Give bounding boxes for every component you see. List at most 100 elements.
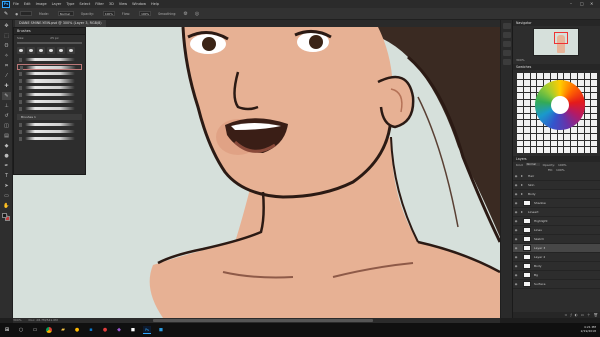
swatch-cell[interactable] [517,73,523,79]
store-icon[interactable]: ▪ [87,326,95,334]
swatch-cell[interactable] [571,147,577,153]
menu-view[interactable]: View [119,2,127,6]
swatch-cell[interactable] [591,140,597,147]
task-view-icon[interactable]: ▭ [31,326,39,334]
pressure-icon[interactable]: ◎ [195,11,199,17]
swatch-cell[interactable] [571,73,577,79]
visibility-eye-icon[interactable]: ◉ [513,237,519,241]
swatch-cell[interactable] [517,113,523,120]
swatch-cell[interactable] [584,133,591,140]
menu-image[interactable]: Image [36,2,47,6]
brushes-panel-title[interactable]: Brushes [14,28,85,35]
swatch-cell[interactable] [564,133,570,140]
swatch-cell[interactable] [591,79,597,86]
brush-tool-icon[interactable]: ✎ [2,92,11,100]
swatch-cell[interactable] [591,120,597,126]
app-icon[interactable]: ● [101,326,109,334]
mode-select[interactable]: Normal [56,11,74,16]
swatch-cell[interactable] [530,86,537,93]
menu-filter[interactable]: Filter [95,2,104,6]
swatch-cell[interactable] [523,113,530,120]
swatch-cell[interactable] [523,93,530,99]
swatch-cell[interactable] [557,147,564,153]
brush-preset[interactable] [17,71,82,77]
visibility-eye-icon[interactable]: ◉ [513,273,519,277]
layer-row[interactable]: ◉ Lines [513,226,600,235]
menu-layer[interactable]: Layer [52,2,62,6]
swatch-cell[interactable] [584,113,591,120]
layer-row[interactable]: ◉ Highlight [513,217,600,226]
delete-layer-icon[interactable]: 🗑 [594,313,598,317]
brush-tip[interactable] [37,47,45,54]
app-icon[interactable]: ◆ [115,326,123,334]
brush-tip[interactable] [27,47,35,54]
chrome-icon[interactable] [45,326,53,334]
history-panel-icon[interactable] [503,23,511,29]
dodge-tool-icon[interactable]: ● [2,152,11,160]
swatch-cell[interactable] [537,133,543,140]
clone-stamp-tool-icon[interactable]: ⊥ [2,102,11,110]
swatch-cell[interactable] [591,86,597,93]
gradient-tool-icon[interactable]: ▤ [2,132,11,140]
layer-row[interactable]: ◉ Bg [513,271,600,280]
swatch-cell[interactable] [577,79,584,86]
history-brush-tool-icon[interactable]: ↺ [2,112,11,120]
menu-select[interactable]: Select [79,2,90,6]
layer-opacity-value[interactable]: 100% [558,163,567,167]
swatch-cell[interactable] [537,140,543,147]
swatch-cell[interactable] [564,73,570,79]
brush-preset[interactable] [17,64,82,70]
menu-help[interactable]: Help [151,2,159,6]
swatch-cell[interactable] [530,113,537,120]
hand-tool-icon[interactable]: ✋ [2,202,11,210]
app-icon[interactable]: ● [73,326,81,334]
menu-3d[interactable]: 3D [109,2,114,6]
swatch-cell[interactable] [557,133,564,140]
swatch-cell[interactable] [537,73,543,79]
swatch-cell[interactable] [523,100,530,106]
swatch-cell[interactable] [591,73,597,79]
swatch-cell[interactable] [544,133,550,140]
menu-edit[interactable]: Edit [24,2,31,6]
search-icon[interactable]: ○ [17,326,25,334]
scrollbar-thumb[interactable] [153,319,373,322]
swatch-cell[interactable] [557,140,564,147]
layer-row[interactable]: ◉ ▸ Hair [513,172,600,181]
swatch-cell[interactable] [577,127,584,133]
app-icon[interactable]: ◼ [129,326,137,334]
eraser-tool-icon[interactable]: ◫ [2,122,11,130]
layer-row[interactable]: ◉ Layer 2 [513,253,600,262]
swatch-cell[interactable] [530,73,537,79]
settings-gear-icon[interactable]: ⚙ [183,11,187,17]
layer-row[interactable]: ◉ Surface [513,280,600,289]
swatch-cell[interactable] [523,73,530,79]
brush-preset[interactable] [17,129,82,135]
swatch-cell[interactable] [584,100,591,106]
swatch-cell[interactable] [584,106,591,113]
canvas[interactable] [13,27,500,318]
swatch-cell[interactable] [584,86,591,93]
swatch-cell[interactable] [517,147,523,153]
swatch-cell[interactable] [584,147,591,153]
navigator-view-box[interactable] [554,32,568,44]
new-group-icon[interactable]: ▭ [581,313,584,317]
swatch-cell[interactable] [591,93,597,99]
marquee-tool-icon[interactable]: ⬚ [2,32,11,40]
swatch-cell[interactable] [584,93,591,99]
character-panel-icon[interactable] [503,50,511,56]
swatch-cell[interactable] [537,79,543,86]
swatch-cell[interactable] [523,86,530,93]
swatch-cell[interactable] [577,133,584,140]
visibility-eye-icon[interactable]: ◉ [513,264,519,268]
lasso-tool-icon[interactable]: ʘ [2,42,11,50]
swatch-cell[interactable] [571,127,577,133]
pen-tool-icon[interactable]: ✒ [2,162,11,170]
brush-preset[interactable] [17,85,82,91]
color-wheel[interactable] [535,80,585,130]
swatch-cell[interactable] [550,73,557,79]
blend-mode-select[interactable]: Normal [525,162,540,167]
swatch-cell[interactable] [523,133,530,140]
swatch-cell[interactable] [544,73,550,79]
path-select-tool-icon[interactable]: ➤ [2,182,11,190]
brush-preset[interactable] [17,92,82,98]
